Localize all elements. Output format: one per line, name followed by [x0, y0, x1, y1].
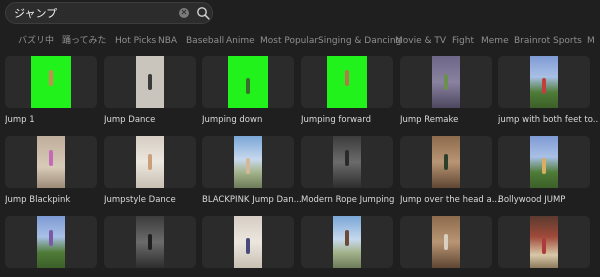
video-thumbnail[interactable]: [301, 216, 393, 268]
tab-item[interactable]: Baseball: [186, 35, 224, 47]
dancer-figure: [246, 238, 250, 254]
tab-item[interactable]: Singing & Dancing: [318, 35, 401, 47]
dancer-figure: [49, 230, 53, 246]
video-title[interactable]: Jumping down: [202, 115, 302, 126]
video-thumbnail[interactable]: [498, 216, 590, 268]
dancer-figure: [444, 74, 448, 90]
search-bar[interactable]: ✕: [5, 2, 213, 24]
dancer-figure: [148, 234, 152, 250]
dancer-figure: [444, 234, 448, 250]
clear-icon[interactable]: ✕: [179, 8, 189, 18]
dancer-figure: [49, 150, 53, 166]
video-title[interactable]: BLACKPINK Jump Dan...: [202, 195, 302, 206]
thumbnail-image: [136, 136, 164, 188]
dancer-figure: [444, 154, 448, 170]
tab-item[interactable]: バズリ中: [18, 35, 54, 47]
thumbnail-image: [327, 56, 367, 108]
thumbnail-image: [234, 136, 262, 188]
video-thumbnail[interactable]: [202, 56, 294, 108]
thumbnail-image: [136, 216, 164, 268]
thumbnail-image: [234, 216, 262, 268]
thumbnail-image: [432, 136, 460, 188]
thumbnail-image: [432, 216, 460, 268]
tab-item[interactable]: M: [587, 35, 595, 47]
video-title[interactable]: jump with both feet to...: [498, 115, 598, 126]
dancer-figure: [246, 158, 250, 174]
thumbnail-image: [333, 216, 361, 268]
video-title[interactable]: Jumping forward: [301, 115, 401, 126]
tab-item[interactable]: Brainrot: [514, 35, 550, 47]
video-thumbnail[interactable]: [301, 56, 393, 108]
video-title[interactable]: Modern Rope Jumping: [301, 195, 401, 206]
video-thumbnail[interactable]: [202, 136, 294, 188]
dancer-figure: [246, 78, 250, 94]
video-thumbnail[interactable]: [5, 216, 97, 268]
video-thumbnail[interactable]: [400, 56, 492, 108]
dancer-figure: [345, 230, 349, 246]
thumbnail-image: [31, 56, 71, 108]
category-tabs: バズリ中 踊ってみた Hot Picks NBA Baseball Anime Most P…: [0, 31, 600, 51]
thumbnail-image: [37, 216, 65, 268]
video-thumbnail[interactable]: [202, 216, 294, 268]
video-thumbnail[interactable]: [5, 56, 97, 108]
tab-item[interactable]: Hot Picks: [115, 35, 156, 47]
dancer-figure: [345, 70, 349, 86]
video-thumbnail[interactable]: [104, 216, 196, 268]
video-title[interactable]: Jump Blackpink: [5, 195, 105, 206]
thumbnail-image: [432, 56, 460, 108]
video-thumbnail[interactable]: [104, 136, 196, 188]
dancer-figure: [542, 78, 546, 94]
thumbnail-image: [333, 136, 361, 188]
tab-item[interactable]: Most Popular: [260, 35, 318, 47]
video-title[interactable]: Jump over the head a...: [400, 195, 500, 206]
search-icon[interactable]: [196, 6, 210, 20]
video-title[interactable]: Bollywood JUMP: [498, 195, 598, 206]
tab-item[interactable]: Sports: [553, 35, 582, 47]
thumbnail-image: [530, 136, 558, 188]
dancer-figure: [345, 150, 349, 166]
video-thumbnail[interactable]: [400, 136, 492, 188]
video-title[interactable]: Jump Dance: [104, 115, 204, 126]
video-thumbnail[interactable]: [5, 136, 97, 188]
thumbnail-image: [530, 216, 558, 268]
dancer-figure: [542, 238, 546, 254]
video-thumbnail[interactable]: [498, 136, 590, 188]
dancer-figure: [49, 70, 53, 86]
video-thumbnail[interactable]: [301, 136, 393, 188]
video-thumbnail[interactable]: [400, 216, 492, 268]
dancer-figure: [542, 158, 546, 174]
thumbnail-image: [530, 56, 558, 108]
tab-item[interactable]: 踊ってみた: [62, 35, 107, 47]
tab-item[interactable]: NBA: [158, 35, 177, 47]
video-title[interactable]: Jump 1: [5, 115, 105, 126]
tab-item[interactable]: Fight: [452, 35, 474, 47]
thumbnail-image: [37, 136, 65, 188]
video-thumbnail[interactable]: [498, 56, 590, 108]
video-thumbnail[interactable]: [104, 56, 196, 108]
thumbnail-image: [136, 56, 164, 108]
dancer-figure: [148, 74, 152, 90]
thumbnail-image: [228, 56, 268, 108]
tab-item[interactable]: Movie & TV: [395, 35, 446, 47]
tab-item[interactable]: Anime: [226, 35, 255, 47]
dancer-figure: [148, 154, 152, 170]
search-input[interactable]: [14, 5, 174, 21]
tab-item[interactable]: Meme: [481, 35, 509, 47]
video-title[interactable]: Jumpstyle Dance: [104, 195, 204, 206]
video-title[interactable]: Jump Remake: [400, 115, 500, 126]
